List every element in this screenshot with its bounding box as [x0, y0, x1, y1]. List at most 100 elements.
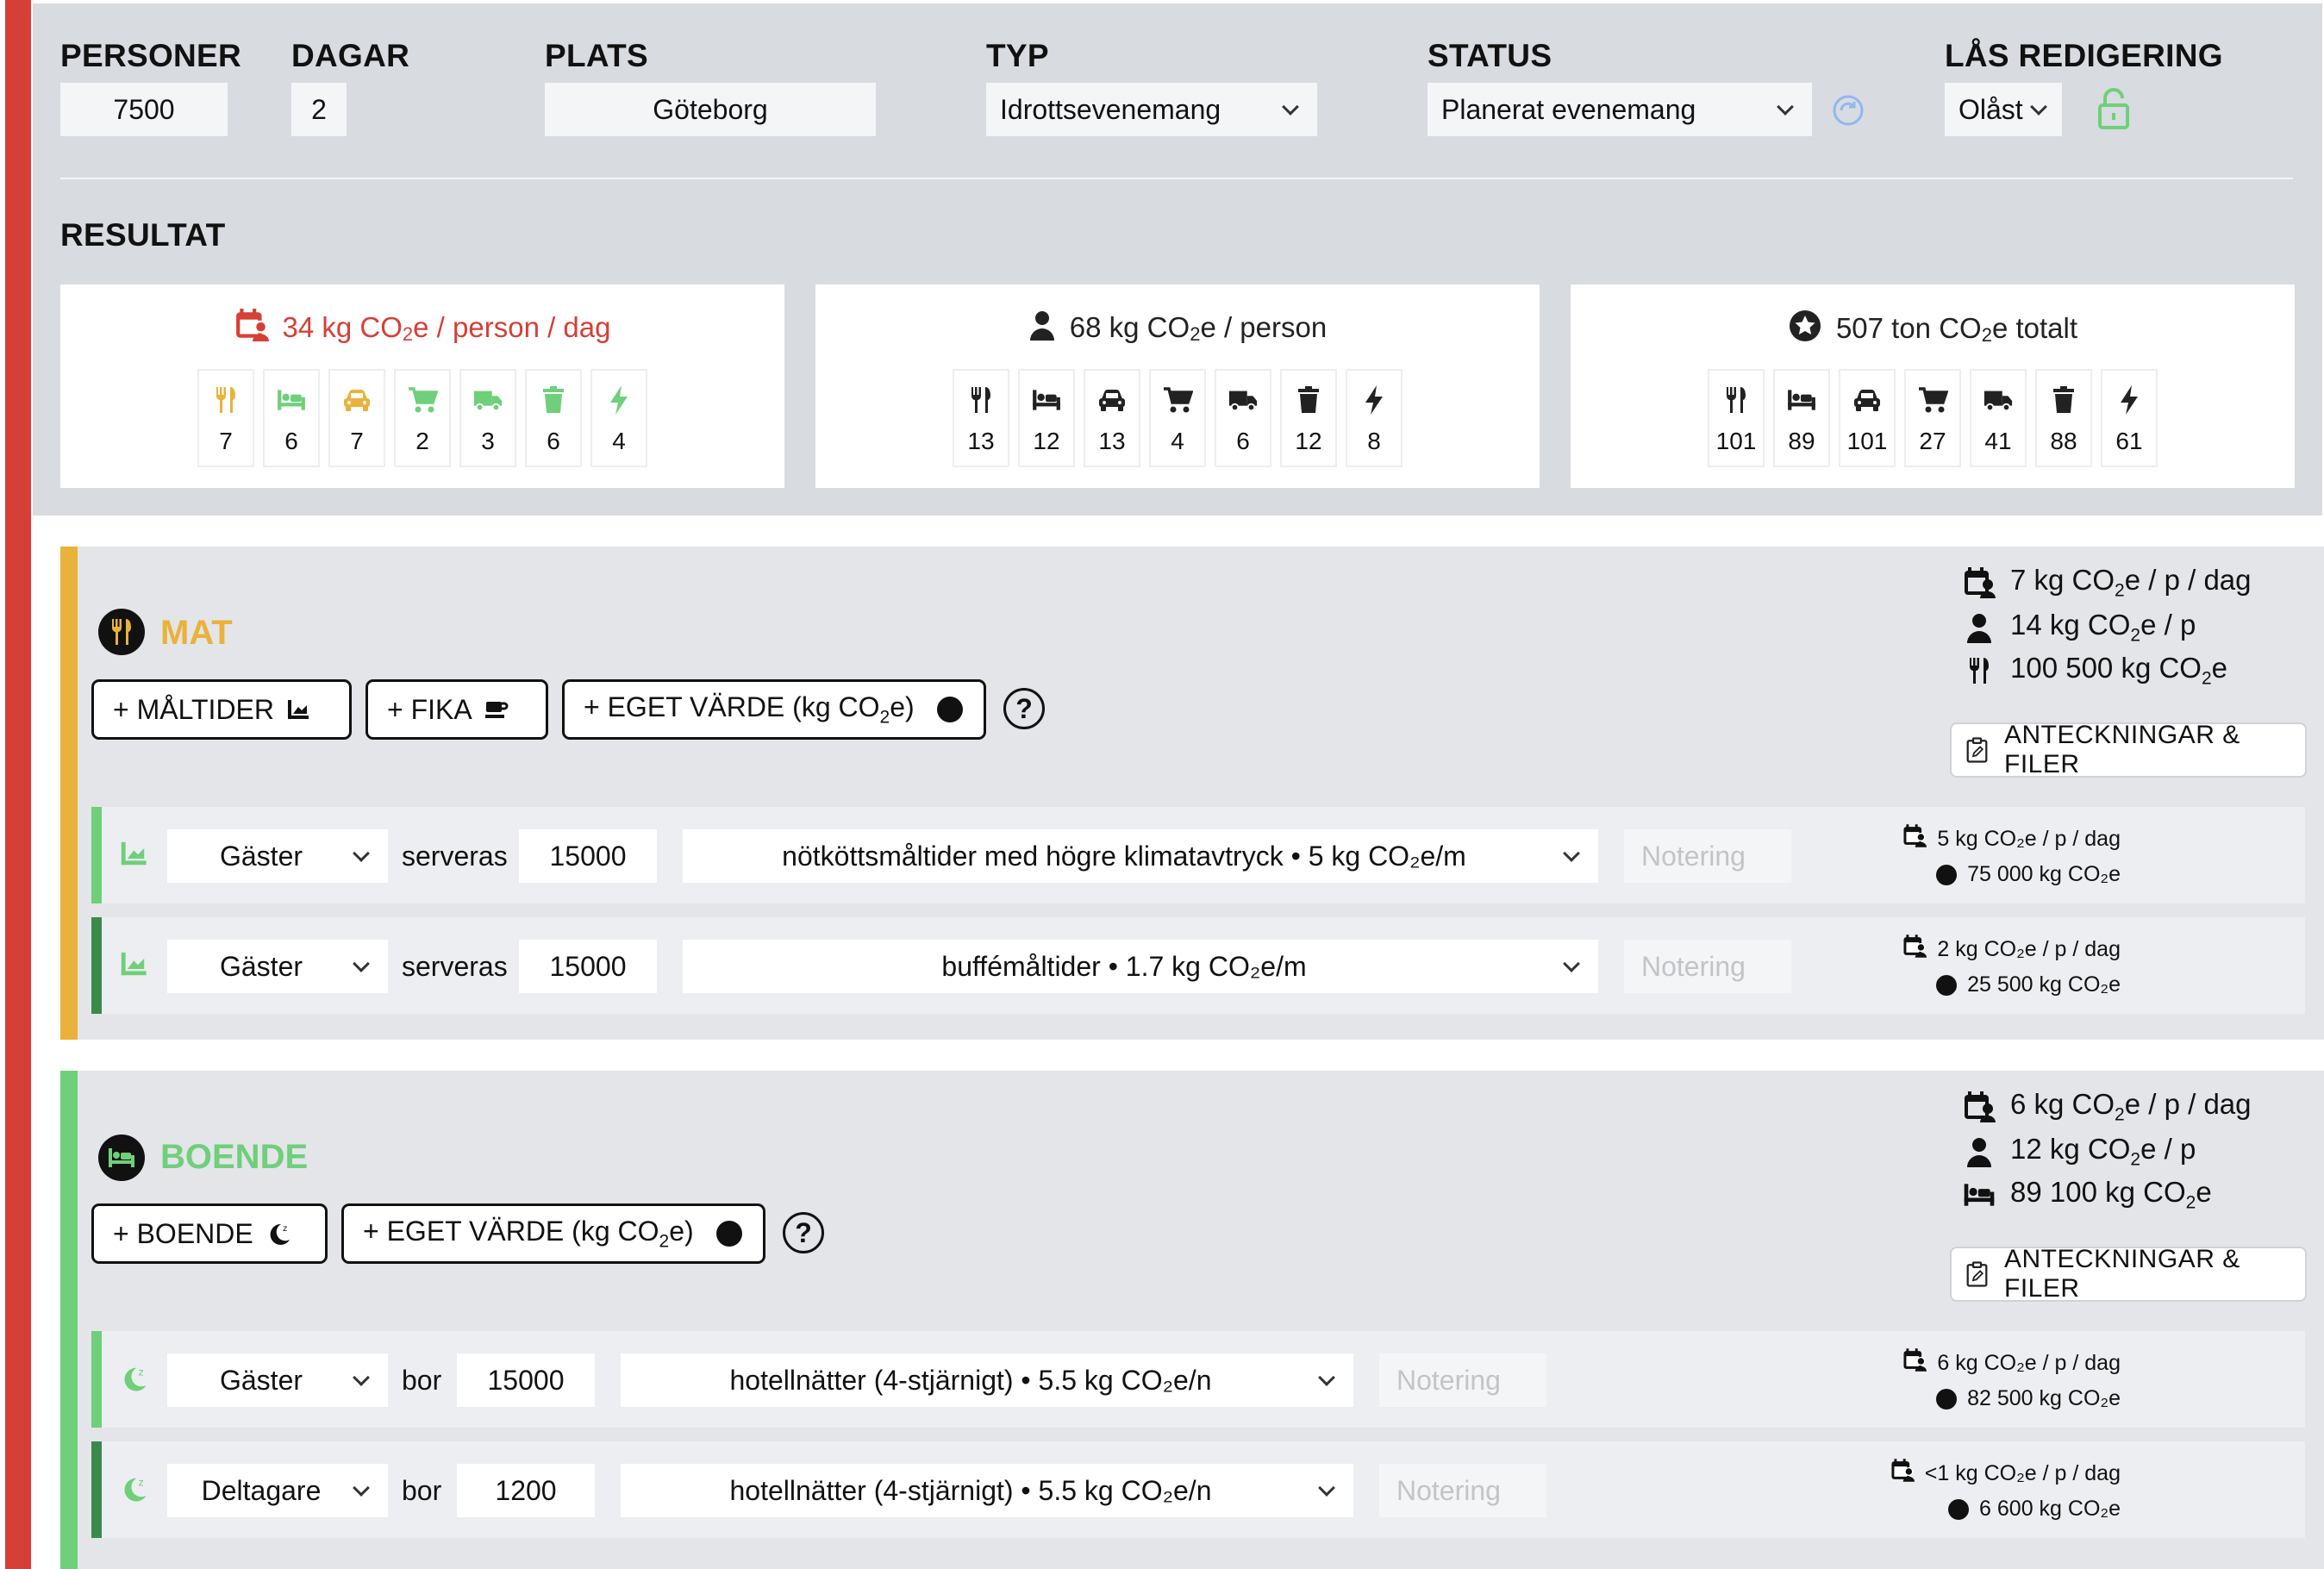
row-stat-total-value: 82 500 kg CO₂e [1967, 1386, 2121, 1410]
result-tile: 6 [525, 369, 582, 467]
row-stat-total-value: 6 600 kg CO₂e [1979, 1497, 2121, 1521]
option-value: buffémåltider • 1.7 kg CO₂e/m [941, 950, 1307, 982]
note-input[interactable]: Notering [1624, 829, 1791, 883]
note-input[interactable]: Notering [1624, 940, 1791, 993]
add-boende-button[interactable]: + BOENDE z [91, 1203, 328, 1264]
help-icon[interactable]: ? [1003, 688, 1045, 729]
add-maltider-button[interactable]: + MÅLTIDER [91, 679, 352, 740]
person-icon [1028, 309, 1056, 348]
plats-value: Göteborg [653, 93, 768, 125]
result-tile-value: 12 [1295, 428, 1322, 454]
boende-stat-total: 89 100 kg CO2e [1962, 1176, 2212, 1214]
who-select[interactable]: Deltagare [167, 1464, 388, 1517]
bed-icon [276, 383, 307, 417]
unlock-icon[interactable] [2096, 86, 2131, 131]
mat-row: Gäster serveras 15000 nötköttsmåltider m… [91, 807, 2305, 903]
result-tile-value: 13 [967, 428, 995, 454]
result-tile-value: 7 [219, 428, 233, 454]
result-tile: 6 [1215, 369, 1271, 467]
option-select[interactable]: hotellnätter (4-stjärnigt) • 5.5 kg CO₂e… [621, 1353, 1353, 1407]
row-stat-per-day-value: <1 kg CO₂e / p / dag [1924, 1460, 2121, 1485]
divider [60, 178, 2293, 179]
result-tile: 101 [1708, 369, 1765, 467]
result-tile-value: 6 [547, 428, 560, 454]
bed-icon [1031, 383, 1062, 417]
row-stat-total-value: 25 500 kg CO₂e [1967, 972, 2121, 997]
result-tile: 41 [1970, 369, 2027, 467]
plats-input[interactable]: Göteborg [545, 83, 876, 136]
mat-notes-button[interactable]: ANTECKNINGAR & FILER [1950, 721, 2307, 778]
typ-select[interactable]: Idrottsevenemang [986, 83, 1317, 136]
who-select[interactable]: Gäster [167, 940, 388, 993]
meal-tray-icon [117, 838, 152, 872]
mat-row: Gäster serveras 15000 buffémåltider • 1.… [91, 917, 2305, 1014]
circle-icon [1948, 1498, 1970, 1520]
chevron-down-icon [1318, 1479, 1335, 1497]
add-boende-eget-varde-button[interactable]: + EGET VÄRDE (kg CO2e) [341, 1203, 765, 1264]
las-redigering-label: LÅS REDIGERING [1945, 38, 2223, 73]
note-input[interactable]: Notering [1379, 1353, 1546, 1407]
chevron-down-icon [1318, 1369, 1335, 1386]
status-select[interactable]: Planerat evenemang [1428, 83, 1812, 136]
row-accent [91, 807, 102, 903]
option-select[interactable]: buffémåltider • 1.7 kg CO₂e/m [683, 940, 1598, 993]
personer-input[interactable]: 7500 [60, 83, 228, 136]
who-value: Gäster [219, 1364, 303, 1396]
amount-input[interactable]: 15000 [519, 829, 657, 883]
result-card-title: 34 kg CO2e / person / dag [60, 309, 784, 348]
chevron-down-icon [1777, 98, 1794, 116]
who-select[interactable]: Gäster [167, 829, 388, 883]
calendar-person-icon [1902, 935, 1927, 964]
result-tiles: 7 6 7 2 3 6 4 [60, 369, 784, 467]
boende-stat-per-person: 12 kg CO2e / p [1962, 1133, 2196, 1171]
clipboard-edit-icon [1966, 1261, 1988, 1287]
result-tile-value: 6 [1236, 428, 1250, 454]
result-tile: 4 [590, 369, 647, 467]
option-select[interactable]: hotellnätter (4-stjärnigt) • 5.5 kg CO₂e… [621, 1464, 1353, 1517]
amount-input[interactable]: 1200 [457, 1464, 595, 1517]
chevron-down-icon [353, 845, 370, 862]
boende-stat-per-day: 6 kg CO2e / p / dag [1962, 1088, 2252, 1126]
result-tile-value: 4 [1171, 428, 1184, 454]
dagar-input[interactable]: 2 [291, 83, 347, 136]
chevron-down-icon [1563, 955, 1580, 972]
note-input[interactable]: Notering [1379, 1464, 1546, 1517]
person-icon [1962, 1136, 1996, 1167]
result-tile-value: 12 [1033, 428, 1060, 454]
add-fika-button[interactable]: + FIKA [365, 679, 548, 740]
boende-eget-varde-label: + EGET VÄRDE (kg CO2e) [363, 1215, 694, 1252]
who-select[interactable]: Gäster [167, 1353, 388, 1407]
row-stat-total: 25 500 kg CO₂e [1936, 972, 2121, 997]
add-eget-varde-button[interactable]: + EGET VÄRDE (kg CO2e) [562, 679, 986, 740]
row-stat-per-day: 2 kg CO₂e / p / dag [1902, 935, 2121, 964]
option-value: nötköttsmåltider med högre klimatavtryck… [782, 840, 1466, 872]
option-select[interactable]: nötköttsmåltider med högre klimatavtryck… [683, 829, 1598, 883]
lock-select[interactable]: Olåst [1945, 83, 2062, 136]
result-tile: 27 [1904, 369, 1961, 467]
row-stat-total: 6 600 kg CO₂e [1948, 1497, 2121, 1522]
result-tile: 13 [1084, 369, 1140, 467]
row-stat-total: 82 500 kg CO₂e [1936, 1386, 2121, 1411]
dagar-label: DAGAR [291, 38, 410, 73]
mat-title: MAT [160, 614, 233, 652]
mat-stat-per-person: 14 kg CO2e / p [1962, 609, 2196, 647]
boende-notes-button[interactable]: ANTECKNINGAR & FILER [1950, 1245, 2307, 1303]
row-accent [91, 917, 102, 1014]
calendar-person-icon [1962, 566, 1996, 598]
verb-label: bor [402, 1474, 442, 1506]
circle-icon [1936, 1388, 1958, 1410]
amount-input[interactable]: 15000 [519, 940, 657, 993]
bolt-icon [2114, 383, 2145, 417]
result-tile: 12 [1280, 369, 1337, 467]
bed-icon [1962, 1182, 1996, 1208]
result-tile-value: 41 [1984, 428, 2012, 454]
refresh-icon[interactable] [1831, 93, 1865, 128]
result-tiles: 13 12 13 4 6 12 8 [815, 369, 1540, 467]
fork-knife-icon [1721, 383, 1752, 417]
amount-input[interactable]: 15000 [457, 1353, 595, 1407]
row-stat-per-day: <1 kg CO₂e / p / dag [1890, 1459, 2121, 1488]
fork-knife-icon [1962, 654, 1996, 687]
who-value: Gäster [219, 840, 303, 872]
help-icon[interactable]: ? [783, 1212, 824, 1253]
result-tile-value: 13 [1098, 428, 1126, 454]
